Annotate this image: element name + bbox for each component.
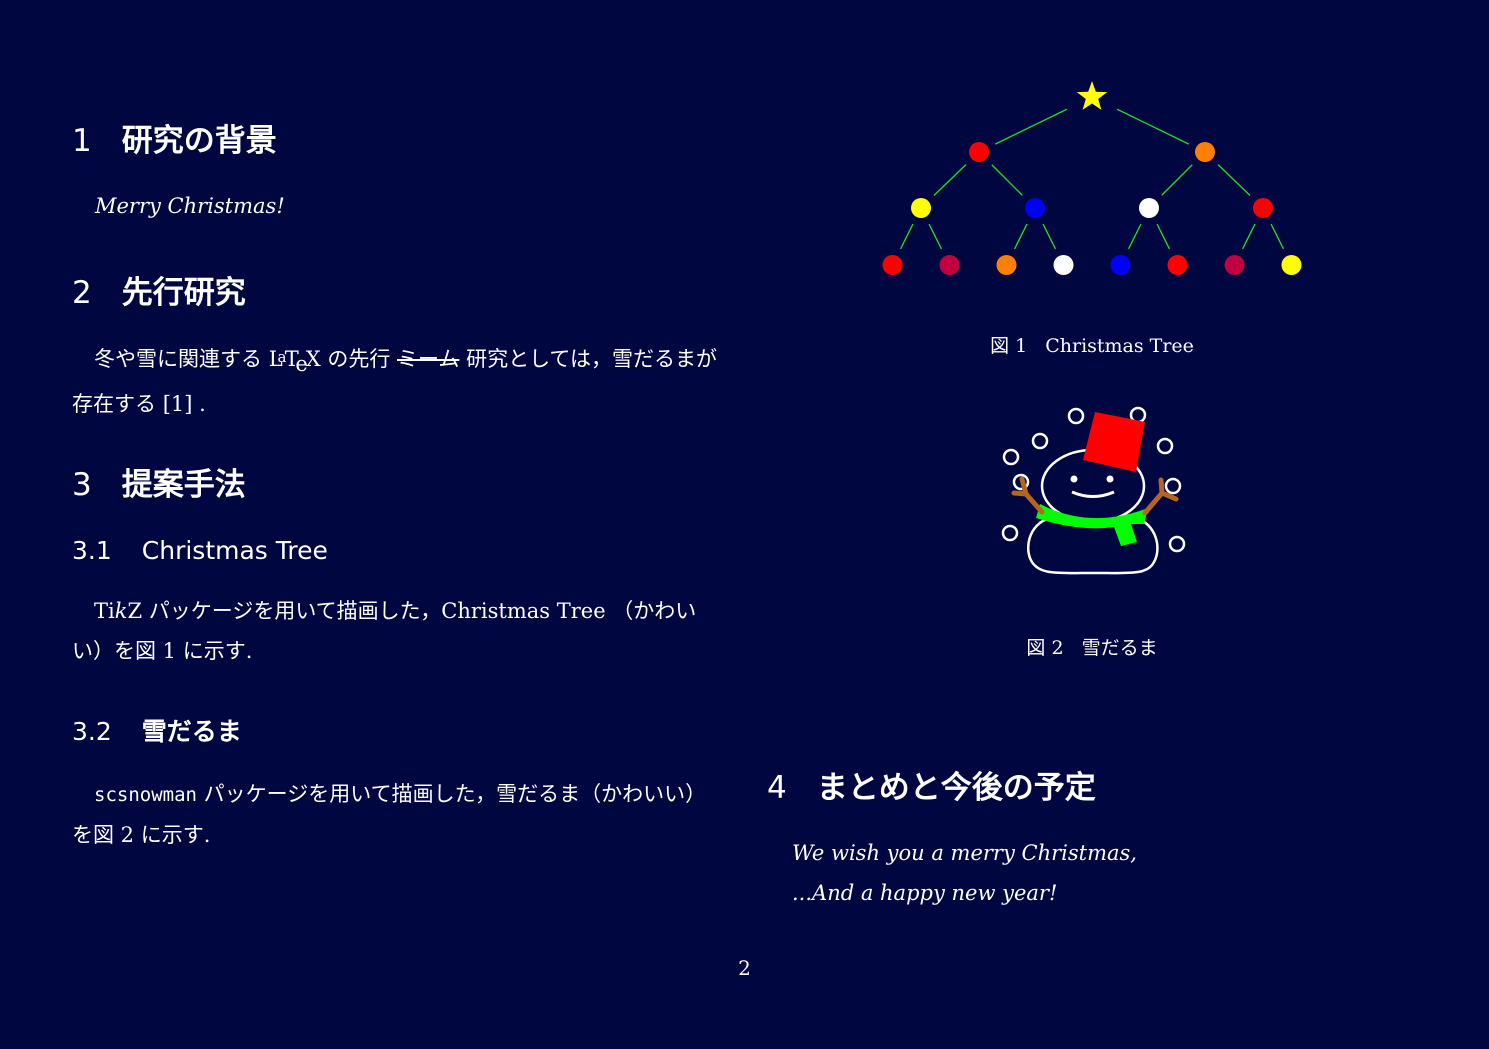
section-title: 先行研究 [121, 275, 246, 311]
snowflake-icon [1031, 432, 1049, 450]
snowflake-icon [1002, 448, 1020, 466]
section-number: 3 [72, 467, 92, 503]
snowman-right-arm [1142, 477, 1179, 516]
figure-1-caption: 図 1 Christmas Tree [900, 331, 1284, 358]
tikz-name: TikZ [94, 599, 142, 623]
tree-ornament [1025, 198, 1045, 218]
figure-caption-text: Christmas Tree [1045, 335, 1194, 357]
snowflake-icon [1168, 535, 1186, 553]
package-name: scsnowman [94, 784, 197, 806]
tree-branch [1241, 223, 1256, 250]
background-text: Merry Christmas! [95, 194, 285, 218]
prior-work-paragraph: 冬や雪に関連する LaTeX の先行 ミーム 研究としては，雪だるまが存在する … [72, 337, 722, 424]
tree-branch [1042, 223, 1057, 250]
section-number: 4 [767, 770, 787, 806]
latex-logo: LaTeX [269, 347, 321, 376]
tree-ornament [1281, 255, 1302, 275]
tikz-glyphs: Z [127, 599, 143, 623]
snowflake-icon [1156, 437, 1174, 455]
section-1-heading: 1 研究の背景 [72, 126, 277, 157]
tree-paragraph: TikZ パッケージを用いて描画した，Christmas Tree （かわいい）… [72, 591, 722, 671]
struck-text: ミーム [397, 347, 460, 372]
tree-branch [1161, 164, 1193, 196]
snowman-paragraph: scsnowman パッケージを用いて描画した，雪だるま（かわいい）を図 2 に… [72, 774, 722, 855]
christmas-tree-figure [882, 81, 1302, 275]
tree-branch [1116, 108, 1190, 145]
figure-label: 図 1 [990, 335, 1028, 357]
section-2-heading: 2 先行研究 [72, 278, 246, 309]
prior-text: 冬や雪に関連する [94, 347, 269, 372]
tree-ornament [996, 255, 1017, 275]
tree-branch [1217, 164, 1251, 196]
subsection-3-1-heading: 3.1 Christmas Tree [72, 538, 328, 563]
tree-branch [991, 164, 1023, 196]
tree-ornament [1110, 255, 1131, 275]
tree-branch [928, 223, 943, 250]
tree-ornament [1253, 198, 1273, 218]
tree-branch [933, 164, 967, 196]
tree-ornament [969, 142, 989, 162]
subsection-number: 3.1 [72, 536, 112, 565]
latex-logo-glyph: X [305, 347, 321, 372]
snowman-figure [1001, 406, 1186, 575]
tree-branch [1270, 223, 1285, 250]
tree-branch [899, 223, 914, 250]
tree-ornament [1053, 255, 1074, 275]
tree-ornament [1195, 142, 1215, 162]
subsection-title: Christmas Tree [141, 536, 328, 565]
section-4-heading: 4 まとめと今後の予定 [767, 773, 1096, 804]
tree-ornament [1139, 198, 1159, 218]
citation-link[interactable]: [1] [163, 392, 193, 416]
tikz-glyphs: k [114, 599, 128, 623]
star-icon [1076, 81, 1108, 110]
tree-branch [1127, 223, 1142, 250]
section-number: 2 [72, 275, 92, 311]
tree-ornament [882, 255, 903, 275]
figure-2-caption: 図 2 雪だるま [900, 633, 1284, 660]
tikz-glyphs: Ti [94, 599, 115, 623]
closing-line-1: We wish you a merry Christmas, [792, 841, 1137, 865]
snowflake-icon [1067, 407, 1085, 425]
prior-text: . [192, 391, 206, 416]
subsection-title: 雪だるま [141, 717, 242, 746]
page-number: 2 [738, 956, 751, 980]
prior-text: の先行 [320, 347, 398, 372]
tree-ornament [1224, 255, 1245, 275]
tree-text: パッケージを用いて描画した，Christmas Tree （かわいい）を図 1 … [72, 599, 697, 663]
tree-branch [994, 108, 1068, 145]
snowflake-icon [1001, 524, 1019, 542]
section-title: 提案手法 [121, 467, 246, 503]
section-title: 研究の背景 [121, 123, 277, 159]
section-number: 1 [72, 123, 92, 159]
tree-ornament [939, 255, 960, 275]
tree-branch [1156, 223, 1171, 250]
tree-ornament [911, 198, 931, 218]
snowman-eye [1070, 475, 1078, 483]
tree-branch [1013, 223, 1028, 250]
subsection-number: 3.2 [72, 717, 112, 746]
snowman-eye [1106, 475, 1114, 483]
subsection-3-2-heading: 3.2 雪だるま [72, 719, 242, 744]
closing-line-2: ...And a happy new year! [792, 881, 1058, 905]
section-3-heading: 3 提案手法 [72, 470, 246, 501]
section-title: まとめと今後の予定 [816, 770, 1096, 806]
figure-label: 図 2 [1026, 637, 1064, 659]
figure-caption-text: 雪だるま [1081, 637, 1158, 659]
tree-ornament [1167, 255, 1188, 275]
snowflake-icon [1164, 477, 1182, 495]
